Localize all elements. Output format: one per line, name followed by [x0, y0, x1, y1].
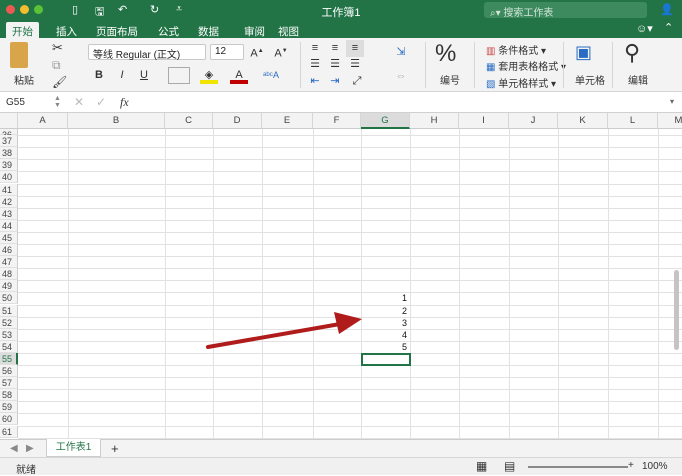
next-sheet-icon[interactable]: ▶ — [26, 443, 34, 454]
sheet-tab[interactable]: 工作表1 — [46, 439, 101, 457]
status-bar: 就绪 ▦ ▤ + 100% — [0, 457, 682, 476]
status-ready: 就绪 — [16, 465, 36, 476]
sheet-tab-bar: ◀ ▶ 工作表1 + — [0, 439, 682, 457]
zoom-slider[interactable] — [528, 466, 628, 468]
zoom-in-icon[interactable]: + — [628, 460, 634, 471]
add-sheet-button[interactable]: + — [111, 441, 119, 456]
vertical-scrollbar[interactable] — [674, 270, 679, 350]
prev-sheet-icon[interactable]: ◀ — [10, 443, 18, 454]
red-arrow-annotation — [206, 312, 362, 349]
page-layout-view-icon[interactable]: ▤ — [504, 459, 515, 473]
zoom-level: 100% — [642, 461, 668, 472]
normal-view-icon[interactable]: ▦ — [476, 459, 487, 473]
